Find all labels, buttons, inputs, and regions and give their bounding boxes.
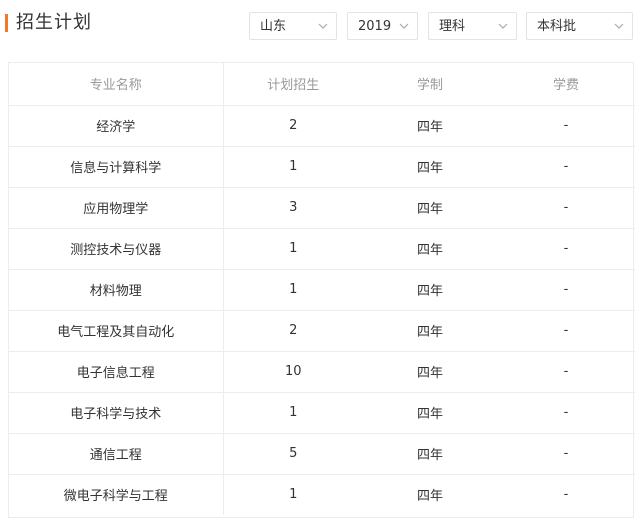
cell-major: 微电子科学与工程 — [9, 474, 224, 515]
province-select[interactable]: 山东 — [249, 12, 337, 40]
table-row: 应用物理学 3 四年 - — [9, 187, 635, 229]
cell-plan: 2 — [223, 310, 363, 352]
cell-plan: 5 — [223, 433, 363, 475]
cell-plan: 3 — [223, 187, 363, 229]
cell-duration: 四年 — [363, 228, 497, 270]
cell-tuition: - — [497, 146, 635, 188]
cell-major: 电子信息工程 — [9, 351, 224, 393]
cell-plan: 1 — [223, 146, 363, 188]
cell-plan: 10 — [223, 351, 363, 393]
table-row: 电子信息工程 10 四年 - — [9, 351, 635, 393]
column-header-major: 专业名称 — [9, 63, 224, 106]
cell-duration: 四年 — [363, 392, 497, 434]
column-header-plan: 计划招生 — [223, 63, 363, 106]
subject-select-value: 理科 — [439, 19, 466, 34]
cell-duration: 四年 — [363, 187, 497, 229]
subject-select[interactable]: 理科 — [428, 12, 517, 40]
table-row: 测控技术与仪器 1 四年 - — [9, 228, 635, 270]
cell-duration: 四年 — [363, 310, 497, 352]
cell-tuition: - — [563, 487, 569, 503]
cell-plan: 1 — [223, 392, 363, 434]
cell-duration: 四年 — [363, 433, 497, 475]
year-select[interactable]: 2019 — [347, 12, 418, 40]
cell-major: 电气工程及其自动化 — [9, 310, 224, 352]
chevron-down-icon — [318, 21, 328, 31]
table-row: 微电子科学与工程 1 四年 - — [9, 474, 635, 515]
batch-select[interactable]: 本科批 — [526, 12, 633, 40]
cell-major: 电子科学与技术 — [9, 392, 224, 434]
cell-duration: 四年 — [363, 146, 497, 188]
cell-tuition: - — [497, 392, 635, 434]
table-row: 通信工程 5 四年 - — [9, 433, 635, 475]
cell-major: 测控技术与仪器 — [9, 228, 224, 270]
cell-duration: 四年 — [416, 489, 443, 505]
table-row: 电气工程及其自动化 2 四年 - — [9, 310, 635, 352]
table-row: 信息与计算科学 1 四年 - — [9, 146, 635, 188]
cell-tuition: - — [497, 105, 635, 147]
table-row: 电子科学与技术 1 四年 - — [9, 392, 635, 434]
cell-plan: 2 — [223, 105, 363, 147]
table-header-row: 专业名称 计划招生 学制 学费 — [9, 63, 635, 106]
cell-major: 通信工程 — [9, 433, 224, 475]
province-select-value: 山东 — [260, 19, 287, 34]
year-select-value: 2019 — [358, 19, 392, 34]
cell-duration: 四年 — [363, 351, 497, 393]
table-row: 经济学 2 四年 - — [9, 105, 635, 147]
cell-major: 信息与计算科学 — [9, 146, 224, 188]
batch-select-value: 本科批 — [537, 19, 577, 34]
cell-plan: 1 — [223, 228, 363, 270]
cell-duration: 四年 — [363, 269, 497, 311]
column-header-tuition: 学费 — [497, 63, 635, 106]
title-accent-bar — [5, 14, 8, 32]
cell-major: 应用物理学 — [9, 187, 224, 229]
cell-tuition: - — [497, 269, 635, 311]
cell-tuition: - — [497, 310, 635, 352]
cell-plan: 1 — [223, 269, 363, 311]
cell-tuition: - — [497, 187, 635, 229]
cell-plan: 1 — [289, 487, 298, 503]
cell-major: 经济学 — [9, 105, 224, 147]
cell-duration: 四年 — [363, 105, 497, 147]
chevron-down-icon — [399, 21, 409, 31]
enrollment-plan-table: 专业名称 计划招生 学制 学费 经济学 2 四年 - 信息与计算科学 1 四年 … — [8, 62, 635, 518]
column-header-duration: 学制 — [363, 63, 497, 106]
chevron-down-icon — [614, 21, 624, 31]
cell-tuition: - — [497, 351, 635, 393]
cell-tuition: - — [497, 228, 635, 270]
page-title: 招生计划 — [16, 12, 92, 33]
cell-major: 材料物理 — [9, 269, 224, 311]
page-header: 招生计划 山东 2019 理科 本科批 — [0, 0, 641, 48]
chevron-down-icon — [498, 21, 508, 31]
cell-tuition: - — [497, 433, 635, 475]
table-row: 材料物理 1 四年 - — [9, 269, 635, 311]
